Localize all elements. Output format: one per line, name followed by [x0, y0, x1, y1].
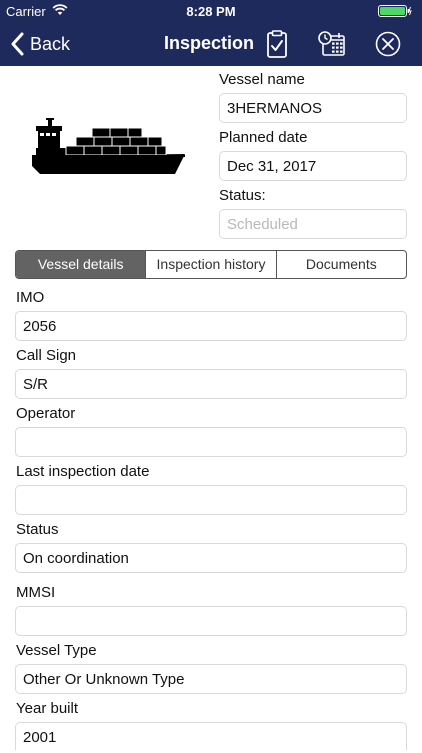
calendar-schedule-icon[interactable] — [317, 29, 347, 59]
clock-time: 8:28 PM — [186, 4, 236, 19]
call-sign-label: Call Sign — [16, 347, 77, 364]
status-field[interactable]: On coordination — [15, 543, 407, 573]
tab-inspection-history[interactable]: Inspection history — [145, 251, 275, 278]
chevron-left-icon — [11, 32, 24, 56]
year-built-label: Year built — [16, 700, 78, 717]
vessel-name-field[interactable]: 3HERMANOS — [219, 93, 407, 123]
planned-date-field[interactable]: Dec 31, 2017 — [219, 151, 407, 181]
mmsi-field[interactable] — [15, 606, 407, 636]
operator-field[interactable] — [15, 427, 407, 457]
back-label: Back — [30, 33, 71, 54]
mmsi-label: MMSI — [16, 584, 56, 601]
status-bar: Carrier 8:28 PM — [0, 0, 422, 22]
last-inspection-date-field[interactable] — [15, 485, 407, 515]
tab-bar: Vessel details Inspection history Docume… — [15, 250, 407, 279]
vessel-type-label: Vessel Type — [16, 642, 97, 659]
battery-icon — [378, 5, 412, 17]
tab-documents[interactable]: Documents — [275, 251, 406, 278]
planned-date-label: Planned date — [219, 129, 308, 146]
status-header-field[interactable]: Scheduled — [219, 209, 407, 239]
status-label: Status — [16, 521, 59, 538]
close-circle-icon[interactable] — [373, 29, 403, 59]
last-inspection-date-label: Last inspection date — [16, 463, 150, 480]
vessel-name-label: Vessel name — [219, 71, 305, 88]
imo-label: IMO — [16, 289, 45, 306]
call-sign-field[interactable]: S/R — [15, 369, 407, 399]
vessel-image — [30, 118, 188, 182]
checklist-icon[interactable] — [262, 29, 292, 59]
imo-field[interactable]: 2056 — [15, 311, 407, 341]
page-title: Inspection — [163, 33, 254, 53]
year-built-field[interactable]: 2001 — [15, 722, 407, 750]
status-header-label: Status: — [219, 187, 266, 204]
operator-label: Operator — [16, 405, 76, 422]
tab-vessel-details[interactable]: Vessel details — [16, 251, 146, 278]
container-ship-icon — [32, 118, 185, 174]
back-button[interactable]: Back — [10, 30, 70, 58]
vessel-type-field[interactable]: Other Or Unknown Type — [15, 664, 407, 694]
navigation-bar: Back Inspection — [0, 22, 422, 66]
